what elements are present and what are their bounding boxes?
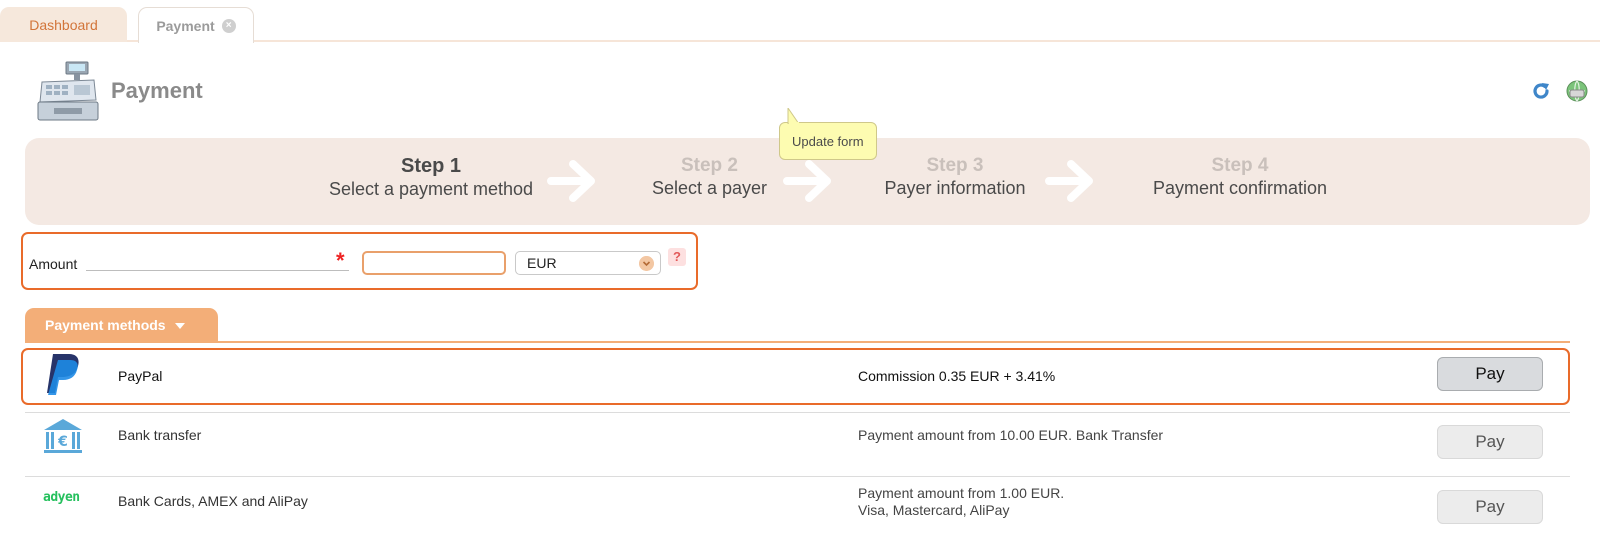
chevron-down-icon (639, 256, 654, 271)
step-1-description: Select a payment method (328, 179, 534, 199)
bank-cards-commission: Payment amount from 1.00 EUR. Visa, Mast… (858, 485, 1064, 519)
cash-register-icon (37, 61, 99, 121)
tab-bar: Dashboard Payment × (0, 0, 1600, 43)
bank-transfer-commission: Payment amount from 10.00 EUR. Bank Tran… (858, 427, 1164, 443)
tooltip-tail (787, 108, 799, 124)
tab-payment-label: Payment (156, 17, 215, 34)
payment-method-row-bank-cards[interactable]: adyen Bank Cards, AMEX and AliPay Paymen… (25, 476, 1570, 540)
pay-button-bank-cards[interactable]: Pay (1437, 490, 1543, 524)
tooltip-text: Update form (792, 133, 864, 149)
step-4-description: Payment confirmation (1152, 178, 1328, 198)
help-globe-icon[interactable] (1566, 80, 1588, 102)
payment-methods-divider (25, 341, 1570, 343)
step-4: Step 4 Payment confirmation (1120, 155, 1360, 199)
update-form-tooltip: Update form (779, 122, 877, 160)
paypal-name: PayPal (118, 368, 163, 384)
step-3-number: Step 3 (926, 155, 984, 176)
close-tab-icon[interactable]: × (221, 18, 236, 33)
amount-label-leader (86, 270, 349, 271)
bank-cards-name: Bank Cards, AMEX and AliPay (118, 493, 308, 509)
amount-field-group: Amount * EUR ? (21, 232, 698, 290)
step-2-number: Step 2 (680, 155, 739, 176)
step-2: Step 2 Select a payer (622, 155, 797, 199)
svg-text:€: € (57, 434, 68, 450)
bank-transfer-name: Bank transfer (118, 427, 202, 443)
pay-button-paypal[interactable]: Pay (1437, 357, 1543, 391)
bank-transfer-icon: € (44, 419, 82, 453)
step-3: Step 3 Payer information (865, 155, 1045, 199)
payment-methods-label: Payment methods (45, 317, 166, 333)
paypal-icon (47, 354, 79, 395)
step-1-number: Step 1 (400, 155, 462, 177)
refresh-icon[interactable] (1530, 80, 1552, 102)
currency-select[interactable]: EUR (515, 251, 661, 275)
required-marker: * (336, 248, 345, 273)
tab-dashboard[interactable]: Dashboard (0, 7, 127, 42)
step-1: Step 1 Select a payment method (296, 155, 566, 200)
payment-method-row-paypal[interactable]: PayPal Commission 0.35 EUR + 3.41% Pay (25, 348, 1570, 404)
bank-cards-commission-line1: Payment amount from 1.00 EUR. (858, 485, 1065, 501)
step-2-description: Select a payer (651, 178, 768, 198)
step-4-number: Step 4 (1211, 155, 1269, 176)
pay-button-bank-transfer[interactable]: Pay (1437, 425, 1543, 459)
help-icon[interactable]: ? (668, 248, 686, 266)
bank-cards-commission-line2: Visa, Mastercard, AliPay (858, 502, 1010, 518)
amount-input[interactable] (362, 251, 506, 275)
caret-down-icon (174, 323, 185, 330)
tab-dashboard-label: Dashboard (29, 16, 98, 33)
amount-label: Amount (29, 256, 78, 272)
page-title: Payment (111, 78, 203, 103)
step-arrow-icon (783, 160, 831, 202)
tab-payment[interactable]: Payment × (138, 7, 254, 43)
step-arrow-icon (547, 160, 595, 202)
payment-method-row-bank-transfer[interactable]: € Bank transfer Payment amount from 10.0… (25, 412, 1570, 476)
paypal-commission: Commission 0.35 EUR + 3.41% (858, 368, 1056, 384)
currency-value: EUR (527, 255, 557, 271)
step-arrow-icon (1045, 160, 1093, 202)
step-3-description: Payer information (884, 178, 1026, 198)
payment-methods-tab[interactable]: Payment methods (25, 308, 218, 342)
adyen-logo: adyen (43, 490, 80, 505)
